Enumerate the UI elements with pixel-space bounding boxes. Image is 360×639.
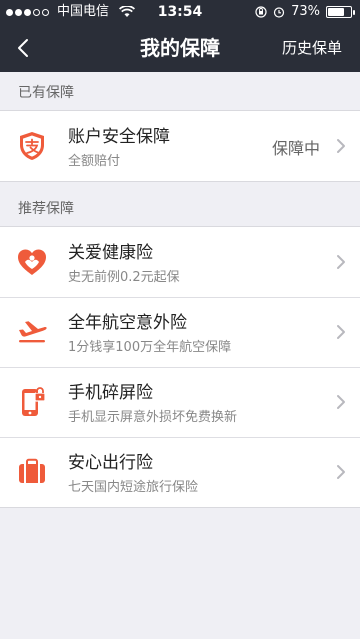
item-subtitle: 手机显示屏意外损坏免费换新 [68, 410, 238, 425]
rotation-lock-icon [255, 6, 267, 18]
heart-hands-icon [18, 249, 46, 275]
recommended-list: 关爱健康险 史无前例0.2元起保 全年航空意外险 1分钱享100万全年航空保障 … [0, 226, 360, 508]
chevron-right-icon [337, 465, 345, 479]
list-item-aviation-insurance[interactable]: 全年航空意外险 1分钱享100万全年航空保障 [0, 297, 360, 367]
list-item-travel-insurance[interactable]: 安心出行险 七天国内短途旅行保险 [0, 437, 360, 507]
item-title: 全年航空意外险 [68, 313, 187, 333]
item-title: 账户安全保障 [68, 127, 170, 147]
item-subtitle: 史无前例0.2元起保 [68, 270, 180, 285]
chevron-right-icon [337, 139, 345, 153]
chevron-right-icon [337, 395, 345, 409]
top-bar: 中国电信 13:54 73% 我的保障 历史保单 [0, 0, 360, 72]
item-title: 安心出行险 [68, 453, 153, 473]
alipay-shield-icon [20, 132, 44, 160]
section-header-recommended: 推荐保障 [18, 201, 74, 217]
chevron-right-icon [337, 325, 345, 339]
chevron-right-icon [337, 255, 345, 269]
item-title: 手机碎屏险 [68, 383, 153, 403]
status-label: 保障中 [271, 139, 320, 158]
battery-level-fill [328, 8, 344, 16]
history-policies-button[interactable]: 历史保单 [282, 24, 342, 72]
battery-percent: 73% [291, 4, 320, 19]
nav-bar: 我的保障 历史保单 [0, 24, 360, 72]
section-header-owned: 已有保障 [18, 85, 74, 101]
list-item-screen-insurance[interactable]: 手机碎屏险 手机显示屏意外损坏免费换新 [0, 367, 360, 437]
item-title: 关爱健康险 [68, 243, 153, 263]
airplane-icon [19, 321, 47, 343]
suitcase-icon [19, 458, 45, 483]
item-subtitle: 全额赔付 [68, 154, 121, 169]
owned-list: 账户安全保障 全额赔付 保障中 [0, 110, 360, 182]
phone-lock-icon [22, 387, 46, 416]
alarm-icon [273, 7, 285, 18]
item-subtitle: 1分钱享100万全年航空保障 [68, 340, 232, 355]
list-item-health-insurance[interactable]: 关爱健康险 史无前例0.2元起保 [0, 227, 360, 297]
item-subtitle: 七天国内短途旅行保险 [68, 480, 199, 495]
status-bar-right: 73% [255, 0, 355, 24]
list-item-account-security[interactable]: 账户安全保障 全额赔付 保障中 [0, 111, 360, 181]
status-bar: 中国电信 13:54 73% [0, 0, 360, 24]
battery-icon [326, 6, 355, 18]
back-button[interactable] [10, 32, 38, 64]
